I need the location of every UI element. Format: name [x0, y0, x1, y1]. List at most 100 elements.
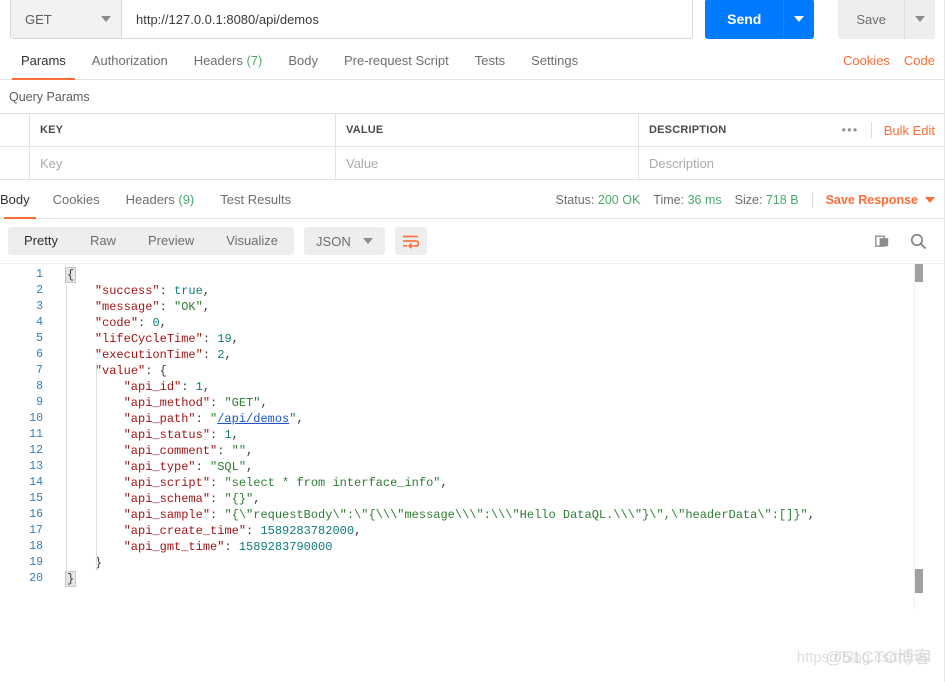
fold-gutter[interactable]	[52, 491, 66, 507]
code-tokens: "success": true,	[95, 284, 210, 298]
line-number: 18	[29, 540, 43, 553]
more-options-icon[interactable]: •••	[842, 123, 859, 137]
fold-gutter[interactable]	[52, 363, 66, 379]
tab-settings[interactable]: Settings	[518, 53, 591, 79]
chevron-down-icon	[925, 197, 935, 203]
line-number: 11	[29, 428, 43, 441]
response-body-viewer[interactable]: 1{2 "success": true, 3 "message": "OK", 4 …	[0, 263, 945, 609]
code-token: :	[210, 508, 225, 522]
fold-gutter[interactable]	[52, 523, 66, 539]
chevron-down-icon	[101, 16, 111, 22]
code-token: ,	[224, 348, 232, 362]
code-text: "api_schema": "{}",	[66, 491, 945, 507]
send-button[interactable]: Send	[705, 0, 784, 39]
fold-gutter[interactable]	[52, 299, 66, 315]
code-link[interactable]: /api/demos	[217, 412, 289, 426]
fold-gutter[interactable]	[52, 395, 66, 411]
code-text: {	[64, 267, 945, 283]
save-response-button[interactable]: Save Response	[826, 193, 935, 207]
code-text: "api_sample": "{\"requestBody\":\"{\\\"m…	[66, 507, 945, 523]
fold-gutter[interactable]	[52, 411, 66, 427]
code-token: :	[181, 380, 196, 394]
response-tab-body[interactable]: Body	[0, 192, 40, 219]
copy-icon[interactable]	[875, 233, 892, 250]
code-token: 0	[152, 316, 160, 330]
scrollbar-thumb[interactable]	[915, 264, 923, 282]
response-meta: Status: 200 OK Time: 36 ms Size: 718 B S…	[555, 192, 935, 218]
code-text: "api_method": "GET",	[66, 395, 945, 411]
cookies-link[interactable]: Cookies	[843, 53, 890, 68]
tab-label: Test Results	[220, 192, 292, 207]
fold-gutter[interactable]	[52, 539, 66, 555]
code-line: 17 "api_create_time": 1589283782000,	[0, 523, 945, 539]
http-method-select[interactable]: GET	[10, 0, 122, 39]
url-input[interactable]: http://127.0.0.1:8080/api/demos	[122, 0, 694, 39]
wrap-lines-button[interactable]	[394, 227, 427, 255]
param-key-placeholder: Key	[40, 155, 63, 171]
fold-gutter[interactable]	[52, 555, 66, 571]
fold-gutter[interactable]	[52, 427, 66, 443]
code-text: "api_type": "SQL",	[66, 459, 945, 475]
tab-label: Tests	[474, 53, 506, 68]
param-description-input[interactable]: Description	[639, 147, 945, 179]
param-key-input[interactable]: Key	[30, 147, 336, 179]
fold-gutter[interactable]	[52, 379, 66, 395]
code-line: 15 "api_schema": "{}",	[0, 491, 945, 507]
code-token: "api_type"	[123, 460, 196, 474]
fold-gutter[interactable]	[52, 443, 66, 459]
response-tab-headers[interactable]: Headers (9)	[113, 192, 208, 218]
code-token: ,	[202, 300, 211, 314]
view-mode-visualize[interactable]: Visualize	[210, 227, 294, 255]
status-label: Status:	[555, 193, 595, 207]
tab-pre-request-script[interactable]: Pre-request Script	[331, 53, 462, 79]
tab-authorization[interactable]: Authorization	[79, 53, 181, 79]
send-options-button[interactable]	[783, 0, 815, 39]
fold-gutter[interactable]	[52, 475, 66, 491]
table-actions: ••• Bulk Edit	[834, 114, 945, 146]
code-token: ""	[231, 444, 247, 458]
fold-gutter[interactable]	[52, 283, 66, 299]
fold-gutter[interactable]	[52, 507, 66, 523]
fold-gutter[interactable]	[52, 315, 66, 331]
size-group: Size: 718 B	[735, 193, 799, 207]
code-token: "OK"	[174, 300, 203, 314]
search-icon[interactable]	[910, 233, 927, 250]
fold-gutter[interactable]	[52, 459, 66, 475]
tab-headers[interactable]: Headers (7)	[181, 53, 276, 79]
code-token: "api_method"	[123, 396, 211, 410]
request-tabs: Params Authorization Headers (7) Body Pr…	[0, 40, 945, 80]
scrollbar-thumb-secondary[interactable]	[915, 569, 923, 593]
code-token: ,	[202, 380, 211, 394]
tab-tests[interactable]: Tests	[462, 53, 518, 79]
tab-params[interactable]: Params	[8, 53, 79, 80]
code-link[interactable]: Code	[904, 53, 935, 68]
tab-label: Body	[288, 53, 318, 68]
fold-gutter[interactable]	[52, 347, 66, 363]
view-mode-preview[interactable]: Preview	[132, 227, 210, 255]
fold-gutter[interactable]	[52, 571, 66, 587]
response-tab-cookies[interactable]: Cookies	[40, 192, 113, 218]
view-mode-raw[interactable]: Raw	[74, 227, 132, 255]
response-toolbar-actions	[875, 233, 935, 250]
code-text: }	[64, 571, 945, 587]
response-tab-test-results[interactable]: Test Results	[207, 192, 304, 218]
tab-body[interactable]: Body	[275, 53, 331, 79]
param-value-placeholder: Value	[346, 155, 379, 171]
row-checkbox-cell[interactable]	[0, 147, 30, 179]
fold-gutter[interactable]	[52, 267, 66, 283]
line-number: 16	[29, 508, 43, 521]
line-number: 3	[36, 300, 43, 313]
fold-gutter[interactable]	[52, 331, 66, 347]
url-value: http://127.0.0.1:8080/api/demos	[136, 11, 319, 27]
view-mode-pretty[interactable]: Pretty	[8, 227, 74, 255]
column-header-value: VALUE	[336, 114, 639, 146]
save-button[interactable]: Save	[838, 0, 904, 39]
save-options-button[interactable]	[904, 0, 935, 39]
vertical-scrollbar[interactable]	[914, 264, 923, 609]
code-text: "code": 0,	[66, 315, 945, 331]
bulk-edit-link[interactable]: Bulk Edit	[884, 123, 935, 138]
line-number: 14	[29, 476, 43, 489]
format-select[interactable]: JSON	[304, 227, 385, 255]
param-value-input[interactable]: Value	[336, 147, 639, 179]
chevron-down-icon	[915, 16, 925, 22]
